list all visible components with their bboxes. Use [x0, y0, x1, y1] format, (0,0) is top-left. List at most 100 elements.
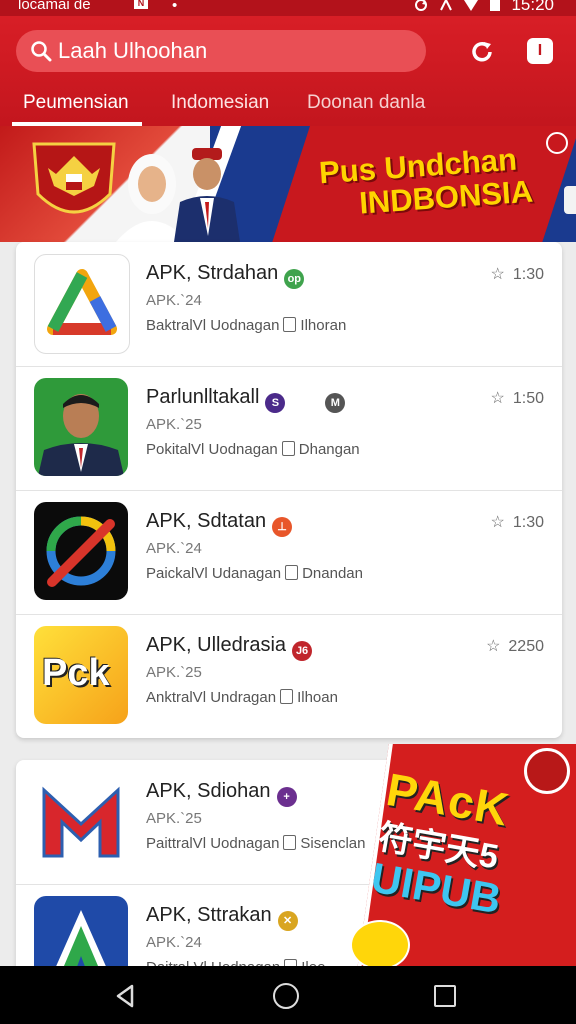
- back-icon[interactable]: [114, 984, 136, 1008]
- app-icon-pck: Pck: [34, 626, 128, 724]
- app-version: APK.`25: [146, 416, 202, 433]
- banner-badge: [546, 132, 568, 154]
- signal-icon: [440, 0, 453, 11]
- star-icon: ☆: [490, 390, 505, 407]
- app-title: APK, Sdtatan ⊥: [146, 510, 293, 537]
- app-icon-m: [34, 772, 128, 870]
- document-icon: [285, 565, 299, 580]
- app-meta-right: Ilhoran: [300, 317, 347, 334]
- document-icon: [283, 317, 297, 332]
- app-meta: AnktralVl Undragan Ilhoan: [146, 689, 338, 706]
- battery-icon: [490, 0, 501, 11]
- list-item[interactable]: Parlunlltakall S M APK.`25 PokitalVl Uodna…: [16, 366, 562, 491]
- list-item[interactable]: APK, Sdtatan ⊥ APK.`24 PaickalVl Udanagan…: [16, 490, 562, 615]
- app-title: APK, Sttrakan ✕: [146, 904, 298, 931]
- app-badge-icon: ✕: [277, 911, 298, 931]
- document-icon: [281, 441, 295, 456]
- app-badge-icon: J6: [292, 641, 313, 661]
- app-icon-portrait: [34, 378, 128, 476]
- tab-indomesian[interactable]: Indomesian: [171, 88, 269, 114]
- app-title: APK, Ulledrasia J6: [146, 634, 313, 661]
- promo-sticker-banner[interactable]: PAcK 符宇天5 UIPUB: [346, 744, 576, 966]
- info-button[interactable]: I: [527, 38, 553, 64]
- app-rating-value: 1:30: [512, 266, 544, 283]
- app-title: APK, Strdahan op: [146, 262, 305, 289]
- star-icon: ☆: [486, 638, 501, 655]
- app-version: APK.`25: [146, 810, 202, 827]
- app-icon-circle-slash: [34, 502, 128, 600]
- app-meta-left: PokitalVl Uodnagan: [146, 441, 278, 458]
- app-title-text: APK, Sdiohan: [146, 780, 271, 802]
- app-title-text: APK, Sdtatan: [146, 510, 267, 532]
- system-nav-bar: [0, 966, 576, 1024]
- app-version: APK.`24: [146, 934, 202, 951]
- app-title-text: APK, Strdahan: [146, 262, 279, 284]
- app-meta-right: Dnandan: [302, 565, 363, 582]
- app-badge-icon: ⊥: [272, 517, 293, 537]
- app-meta: PaickalVl Udanagan Dnandan: [146, 565, 363, 582]
- home-icon[interactable]: [273, 983, 299, 1009]
- app-icon-drive: [34, 254, 130, 354]
- sync-icon: [415, 0, 428, 11]
- notification-dot: •: [172, 0, 178, 14]
- app-title: APK, Sdiohan +: [146, 780, 297, 807]
- document-icon: [283, 835, 297, 850]
- carrier-label: locamai de: [18, 0, 91, 13]
- app-version: APK.`24: [146, 292, 202, 309]
- info-icon: I: [537, 42, 543, 59]
- search-icon: [30, 40, 52, 62]
- promo-banner[interactable]: Pus Undchan INDBONSIA: [0, 126, 576, 242]
- app-rating: ☆ 1:30: [491, 264, 544, 284]
- search-placeholder: Laah Ulhoohan: [58, 38, 208, 63]
- man-figure-icon: [174, 148, 240, 242]
- list-item[interactable]: Pck APK, Ulledrasia J6 APK.`25 AnktralVl …: [16, 614, 562, 738]
- pck-logo-text: Pck: [42, 652, 110, 694]
- app-rating: ☆ 1:50: [491, 388, 544, 408]
- app-meta-left: PaittralVl Uodnagan: [146, 835, 280, 852]
- app-rating-value: 1:50: [512, 390, 544, 407]
- app-version: APK.`25: [146, 664, 202, 681]
- app-meta: PaittralVl Uodnagan Sisenclan: [146, 835, 365, 852]
- refresh-button[interactable]: [466, 36, 498, 68]
- clock: 15:20: [511, 0, 554, 14]
- banner-next-handle[interactable]: [564, 186, 576, 214]
- star-icon: ☆: [490, 514, 505, 531]
- star-icon: ☆: [490, 266, 505, 283]
- app-badge-icon: op: [284, 269, 305, 289]
- status-icons: 15:20: [413, 0, 554, 14]
- palm-tree-sticker-icon: [350, 920, 410, 966]
- tab-bar: Peumensian Indomesian Doonan danla: [0, 88, 576, 126]
- app-meta: PokitalVl Uodnagan Dhangan: [146, 441, 360, 458]
- app-rating: ☆ 2250: [486, 636, 544, 656]
- tab-peumensian[interactable]: Peumensian: [23, 88, 129, 114]
- garuda-emblem-icon: [32, 142, 116, 214]
- app-header: Laah Ulhoohan I Peumensian Indomesian Do…: [0, 16, 576, 126]
- wifi-icon: [464, 0, 479, 11]
- notification-icon: N: [134, 0, 148, 9]
- list-item[interactable]: APK, Strdahan op APK.`24 BaktralVl Uodnag…: [16, 242, 562, 367]
- app-title: Parlunlltakall S M: [146, 386, 346, 413]
- app-meta-left: AnktralVl Undragan: [146, 689, 277, 706]
- app-rating-value: 1:30: [512, 514, 544, 531]
- app-title-text: APK, Ulledrasia: [146, 634, 287, 656]
- app-version: APK.`24: [146, 540, 202, 557]
- status-bar: locamai de N • 15:20: [0, 0, 576, 16]
- app-list-card: APK, Strdahan op APK.`24 BaktralVl Uodnag…: [16, 242, 562, 738]
- search-input[interactable]: Laah Ulhoohan: [16, 30, 426, 72]
- recents-icon[interactable]: [434, 985, 456, 1007]
- app-secondary-badge-icon: M: [325, 393, 346, 413]
- document-icon: [280, 689, 294, 704]
- app-title-text: APK, Sttrakan: [146, 904, 272, 926]
- app-meta-left: PaickalVl Udanagan: [146, 565, 282, 582]
- app-title-text: Parlunlltakall: [146, 386, 260, 408]
- app-meta-right: Ilhoan: [297, 689, 338, 706]
- refresh-icon: [472, 42, 492, 62]
- app-rating-value: 2250: [508, 638, 544, 655]
- app-rating: ☆ 1:30: [491, 512, 544, 532]
- app-badge-icon: +: [276, 787, 297, 807]
- app-meta-right: Dhangan: [298, 441, 360, 458]
- app-meta-left: BaktralVl Uodnagan: [146, 317, 280, 334]
- tab-doonan-danla[interactable]: Doonan danla: [307, 88, 425, 114]
- app-meta: BaktralVl Uodnagan Ilhoran: [146, 317, 346, 334]
- app-badge-icon: S: [265, 393, 286, 413]
